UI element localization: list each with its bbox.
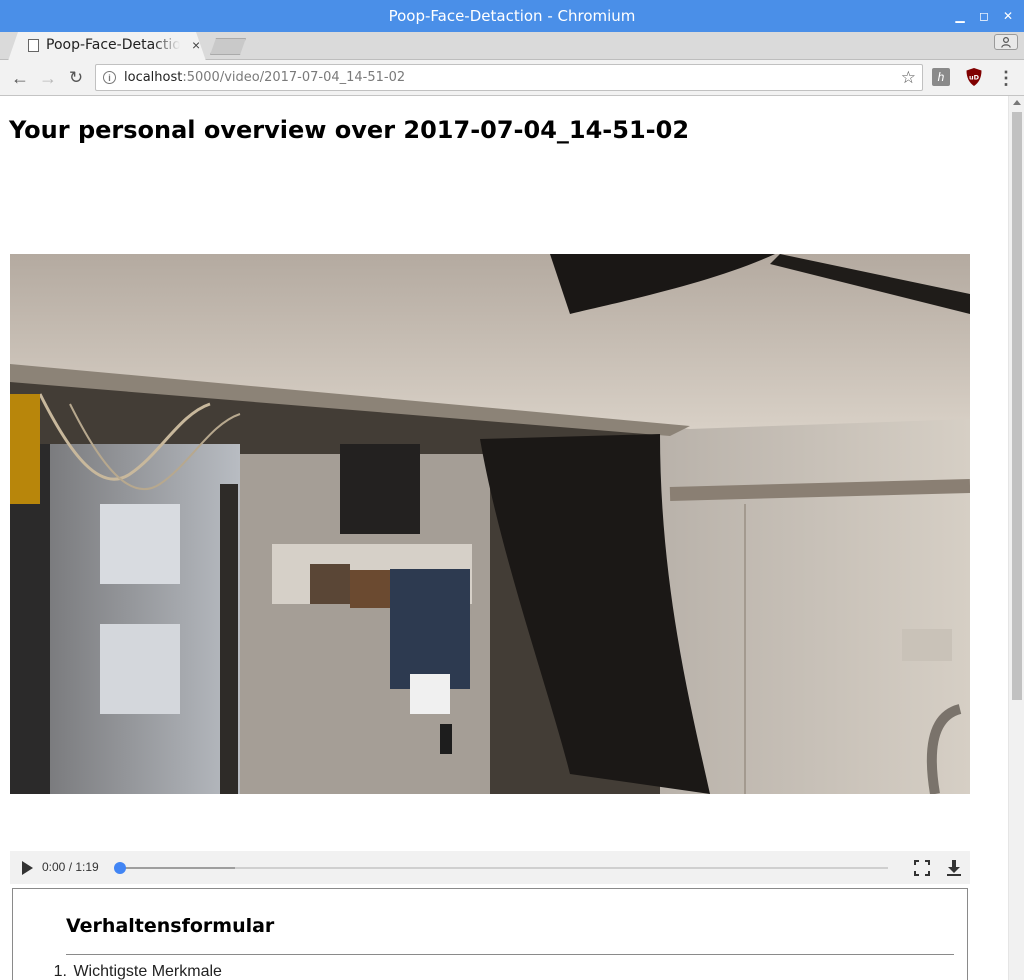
window-title: Poop-Face-Detaction - Chromium: [388, 7, 636, 25]
info-icon[interactable]: i: [103, 71, 116, 84]
reload-button[interactable]: ↻: [64, 66, 88, 90]
play-icon[interactable]: [22, 861, 33, 875]
ublock-shield-icon[interactable]: uD: [965, 67, 983, 87]
new-tab-button[interactable]: [210, 38, 246, 55]
extension-2-label: uD: [969, 74, 980, 82]
back-button[interactable]: ←: [8, 66, 32, 90]
window-titlebar: Poop-Face-Detaction - Chromium ▁ ◻ ✕: [0, 0, 1024, 32]
scroll-up-arrow-icon[interactable]: [1013, 100, 1021, 105]
video-player[interactable]: [10, 254, 970, 794]
form-list: 1. Wichtigste Merkmale: [43, 963, 222, 980]
tab-active[interactable]: Poop-Face-Detaction ×: [8, 32, 206, 61]
list-item-label: Wichtigste Merkmale: [73, 963, 222, 980]
maximize-button[interactable]: ◻: [974, 6, 994, 26]
browser-toolbar: ← → ↻ i localhost:5000/video/2017-07-04_…: [0, 60, 1024, 96]
form-divider: [66, 954, 954, 955]
person-icon: [1001, 36, 1011, 48]
window-controls: ▁ ◻ ✕: [950, 0, 1018, 32]
forward-button[interactable]: →: [36, 66, 60, 90]
form-heading: Verhaltensformular: [66, 915, 275, 937]
video-seek-bar[interactable]: [114, 862, 888, 874]
tab-strip: Poop-Face-Detaction ×: [0, 32, 1024, 61]
url-path: :5000/video/2017-07-04_14-51-02: [182, 70, 406, 85]
page-icon: [28, 39, 39, 52]
bookmark-star-icon[interactable]: ☆: [901, 68, 916, 88]
list-item: 1. Wichtigste Merkmale: [43, 963, 222, 980]
page-scrollbar[interactable]: [1008, 96, 1024, 980]
tab-close-icon[interactable]: ×: [192, 37, 200, 53]
address-bar[interactable]: i localhost:5000/video/2017-07-04_14-51-…: [95, 64, 923, 91]
close-button[interactable]: ✕: [998, 6, 1018, 26]
url-host: localhost: [124, 70, 183, 85]
page-content: Your personal overview over 2017-07-04_1…: [0, 96, 1008, 980]
video-time: 0:00 / 1:19: [42, 860, 99, 874]
seek-buffered: [120, 867, 236, 869]
page-title: Your personal overview over 2017-07-04_1…: [9, 116, 690, 144]
minimize-button[interactable]: ▁: [950, 6, 970, 26]
behavior-form: Verhaltensformular 1. Wichtigste Merkmal…: [12, 888, 968, 980]
fullscreen-icon[interactable]: [914, 860, 930, 876]
url-text[interactable]: localhost:5000/video/2017-07-04_14-51-02: [124, 70, 405, 85]
list-item-number: 1.: [53, 963, 67, 980]
profile-button[interactable]: [994, 34, 1018, 50]
video-frame-image: [10, 254, 970, 794]
extension-h-icon[interactable]: h: [932, 68, 950, 86]
seek-thumb[interactable]: [114, 862, 126, 874]
video-controls: 0:00 / 1:19: [10, 851, 970, 884]
download-icon[interactable]: [946, 859, 962, 877]
scrollbar-thumb[interactable]: [1012, 112, 1022, 700]
tab-title: Poop-Face-Detaction: [46, 37, 180, 53]
browser-menu-button[interactable]: ⋮: [997, 66, 1015, 90]
